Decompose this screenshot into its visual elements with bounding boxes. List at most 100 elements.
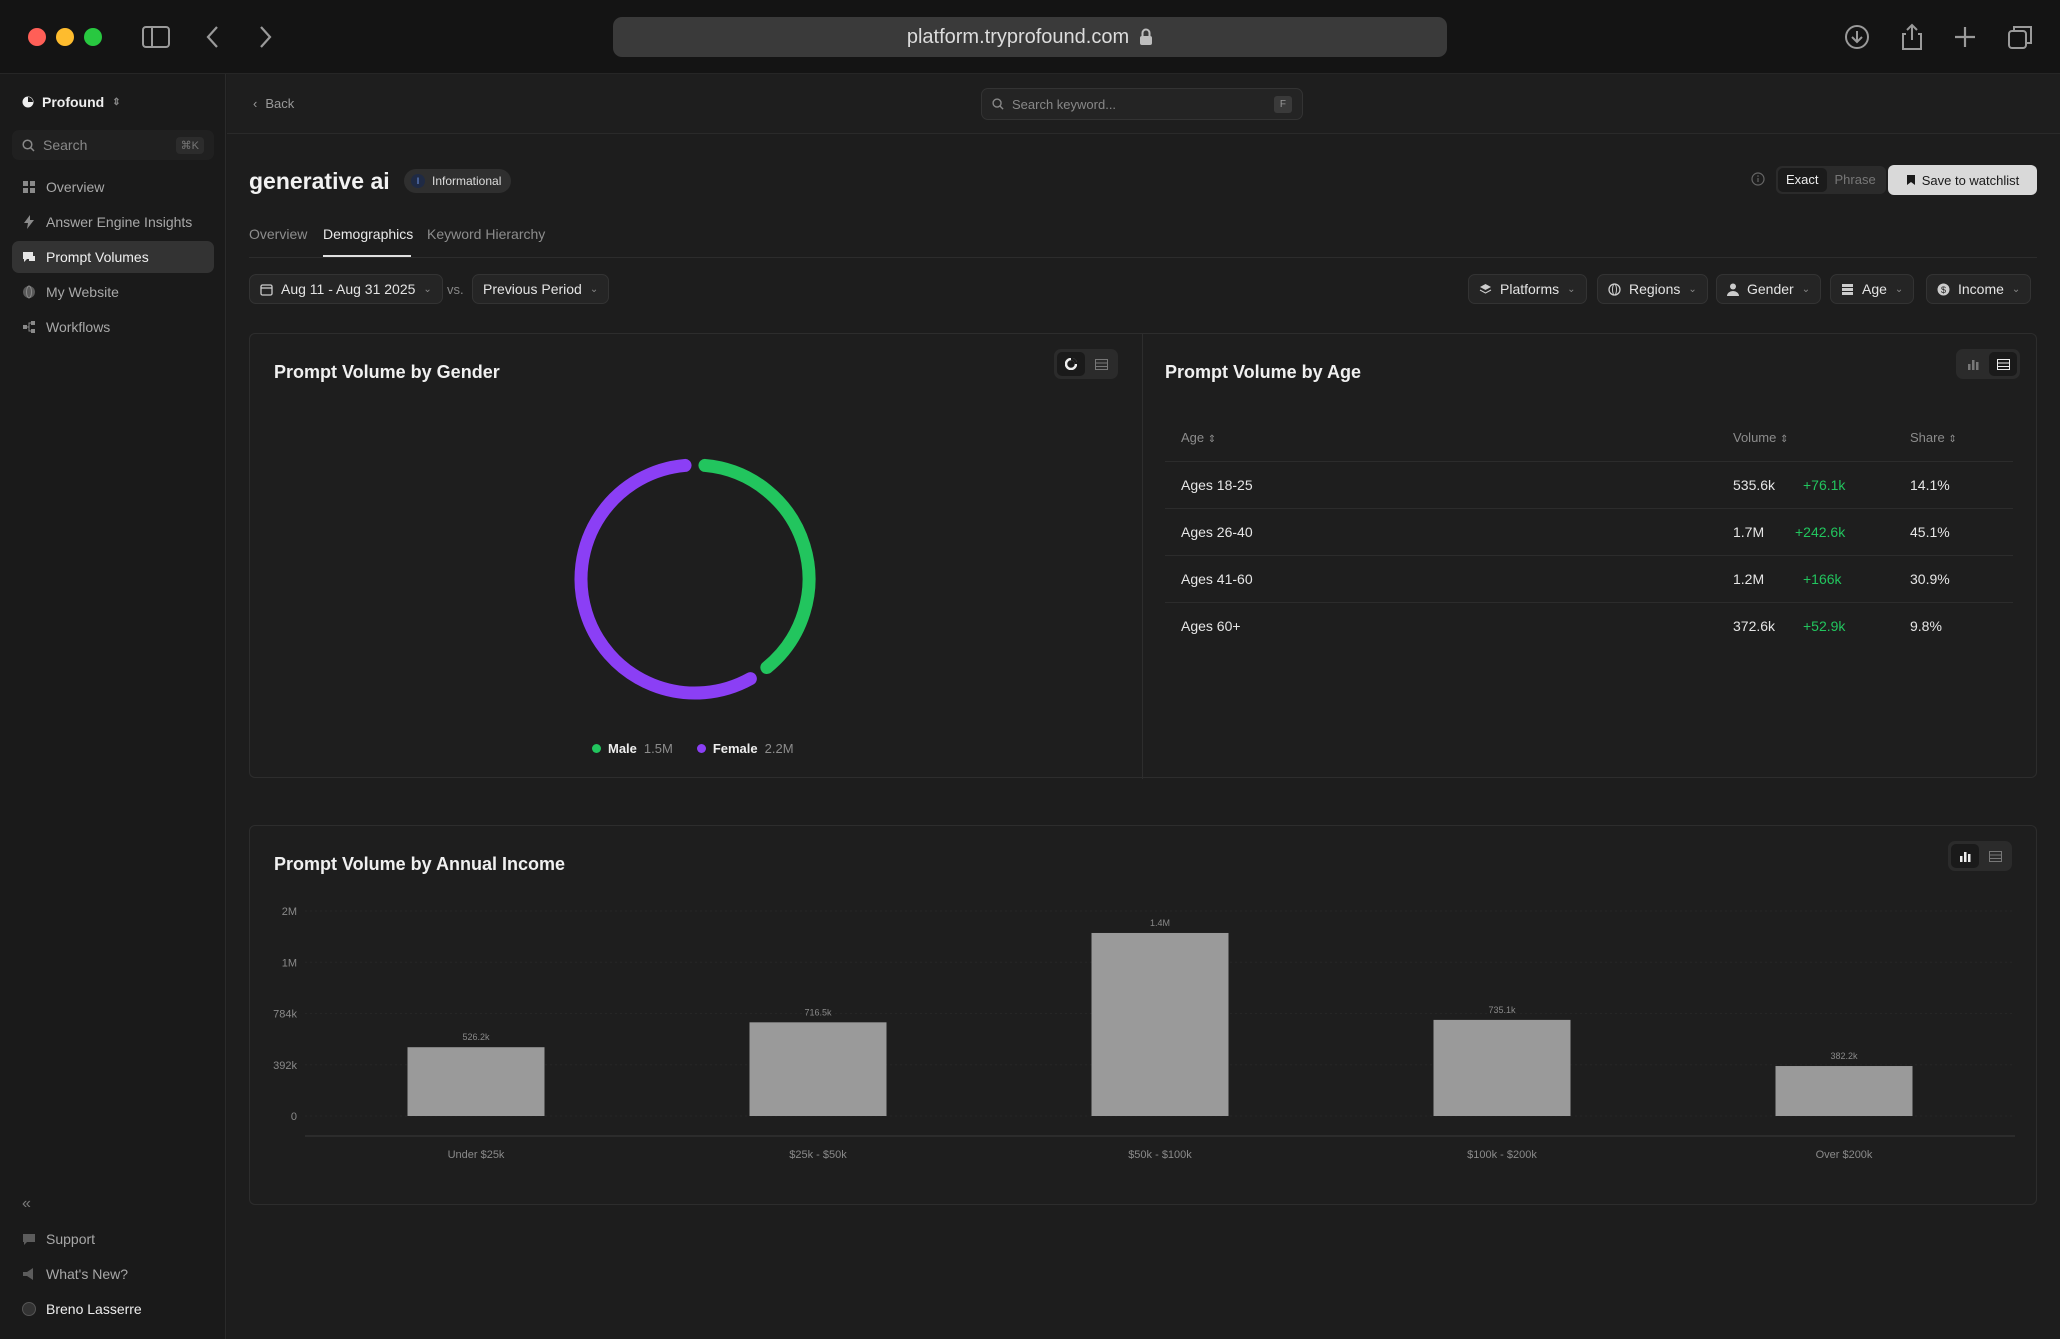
bar[interactable] [749,1022,887,1116]
change-cell: +242.6k [1795,524,1846,540]
sidebar-item-whats-new[interactable]: What's New? [12,1258,214,1290]
close-window-button[interactable] [28,28,46,46]
sidebar-item-label: Workflows [46,319,111,335]
chart-view-button[interactable] [1959,352,1987,376]
maximize-window-button[interactable] [84,28,102,46]
back-label: Back [265,96,295,111]
sidebar-item-overview[interactable]: Overview [12,171,214,203]
volume-cell: 535.6k [1733,477,1776,493]
sidebar-item-prompt-volumes[interactable]: Prompt Volumes [12,241,214,273]
download-icon[interactable] [1842,22,1872,52]
bar-chart-icon [1960,852,1971,862]
bar[interactable] [1775,1066,1913,1116]
age-column-header[interactable]: Age ⇕ [1181,430,1216,445]
income-card: Prompt Volume by Annual Income 0 392k 784k… [249,825,2037,1205]
globe-icon [1608,282,1621,296]
support-icon [23,1234,35,1245]
income-card-title: Prompt Volume by Annual Income [274,854,566,874]
income-label: Income [1958,281,2004,297]
column-label: Volume [1733,430,1777,445]
minimize-window-button[interactable] [56,28,74,46]
bar-data-label: 526.2k [462,1032,490,1042]
table-row[interactable]: Ages 26-40 1.7M +242.6k 45.1% [1165,509,2013,556]
workspace-switcher[interactable]: Profound ⇕ [22,94,121,110]
regions-filter[interactable]: Regions ⌄ [1597,274,1708,304]
comparison-period-select[interactable]: Previous Period ⌄ [472,274,610,304]
search-shortcut: F [1273,95,1292,113]
page-title: generative ai [249,168,390,194]
save-label: Save to watchlist [1921,172,2020,188]
workspace-name: Profound [42,94,105,110]
save-to-watchlist-button[interactable]: Save to watchlist [1888,165,2037,195]
match-phrase-button[interactable]: Phrase [1827,168,1884,192]
lock-icon [1140,28,1153,45]
share-column-header[interactable]: Share ⇕ [1910,430,1957,445]
sidebar-item-answer-engine-insights[interactable]: Answer Engine Insights [12,206,214,238]
age-card-title: Prompt Volume by Age [1165,362,1362,382]
collapse-sidebar-button[interactable]: « [22,1195,31,1213]
y-tick-label: 392k [273,1060,297,1072]
table-row[interactable]: Ages 41-60 1.2M +166k 30.9% [1165,556,2013,603]
sidebar-item-support[interactable]: Support [12,1223,214,1255]
back-button[interactable]: ‹ Back [253,96,294,111]
table-view-button[interactable] [1981,844,2009,868]
keyword-search-input[interactable]: Search keyword... F [981,88,1303,120]
gender-card-title: Prompt Volume by Gender [274,362,500,382]
info-icon[interactable] [1751,172,1765,186]
user-name: Breno Lasserre [46,1301,142,1317]
sidebar-item-label: Support [46,1231,96,1247]
tabs-icon[interactable] [2005,22,2035,52]
volume-cell: 372.6k [1733,618,1776,634]
back-arrow-icon[interactable] [198,22,228,52]
tab-keyword-hierarchy[interactable]: Keyword Hierarchy [427,226,545,242]
main-content: generative ai I Informational Exact Phra… [227,134,2060,1339]
tab-overview[interactable]: Overview [249,226,307,242]
bar-data-label: 1.4M [1150,918,1170,928]
table-row[interactable]: Ages 18-25 535.6k +76.1k 14.1% [1165,462,2013,509]
sidebar-item-label: Prompt Volumes [46,249,149,265]
donut-view-button[interactable] [1057,352,1085,376]
chevron-down-icon: ⌄ [423,283,432,295]
chart-view-button[interactable] [1951,844,1979,868]
sidebar-item-label: Answer Engine Insights [46,214,193,230]
age-panel: Prompt Volume by Age Age ⇕ Volume ⇕ Shar… [1143,334,2038,779]
sidebar-item-label: My Website [46,284,119,300]
sidebar-item-workflows[interactable]: Workflows [12,311,214,343]
table-view-button[interactable] [1989,352,2017,376]
search-placeholder: Search [43,137,88,153]
donut-slice-male[interactable] [698,458,816,675]
share-icon[interactable] [1897,22,1927,52]
gender-filter[interactable]: Gender ⌄ [1716,274,1822,304]
y-tick-label: 0 [291,1111,297,1123]
age-filter[interactable]: Age ⌄ [1830,274,1915,304]
url-bar[interactable]: platform.tryprofound.com [613,17,1447,57]
y-tick-label: 2M [282,906,297,918]
user-profile[interactable]: Breno Lasserre [12,1293,214,1325]
gender-legend: Male 1.5M Female 2.2M [592,741,794,756]
volume-cell: 1.7M [1733,524,1765,540]
sidebar-toggle-icon[interactable] [141,22,171,52]
bar[interactable] [1433,1019,1571,1116]
plus-icon[interactable] [1950,22,1980,52]
tab-demographics[interactable]: Demographics [323,226,413,242]
change-cell: +76.1k [1803,477,1846,493]
date-range-picker[interactable]: Aug 11 - Aug 31 2025 ⌄ [249,274,443,304]
gender-label: Gender [1747,281,1794,297]
sidebar-item-my-website[interactable]: My Website [12,276,214,308]
income-filter[interactable]: $ Income ⌄ [1926,274,2032,304]
bar-data-label: 716.5k [804,1007,832,1017]
volume-column-header[interactable]: Volume ⇕ [1733,430,1788,445]
donut-slice-female[interactable] [574,458,757,700]
sidebar-search[interactable]: Search ⌘K [12,130,214,160]
bar[interactable] [1091,932,1229,1116]
platforms-filter[interactable]: Platforms ⌄ [1468,274,1587,304]
legend-value: 2.2M [764,741,794,756]
match-exact-button[interactable]: Exact [1778,168,1827,192]
forward-arrow-icon[interactable] [250,22,280,52]
bar[interactable] [407,1047,545,1116]
change-cell: +52.9k [1803,618,1846,634]
gender-view-toggle [1054,349,1118,379]
globe-icon [23,285,35,299]
table-view-button[interactable] [1087,352,1115,376]
table-row[interactable]: Ages 60+ 372.6k +52.9k 9.8% [1165,603,2013,650]
